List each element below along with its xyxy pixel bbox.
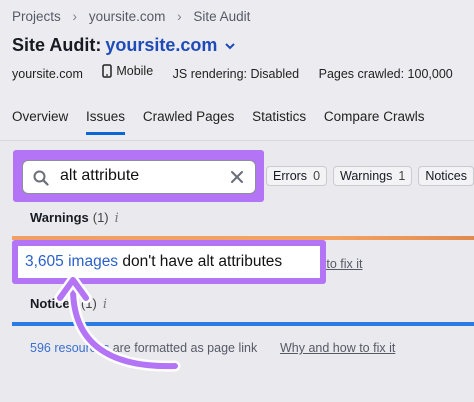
- filter-warnings[interactable]: Warnings 1: [333, 166, 413, 186]
- issue-text-line: 3,605 images don't have alt attributes: [25, 253, 282, 271]
- close-icon[interactable]: [230, 170, 244, 184]
- curved-arrow-icon: [54, 276, 181, 372]
- chevron-right-icon: ›: [72, 8, 78, 24]
- filter-errors-count: 0: [313, 169, 321, 183]
- issue-count-link[interactable]: 3,605 images: [25, 253, 118, 270]
- filter-notices-label: Notices: [425, 169, 467, 183]
- breadcrumb: Projects › yoursite.com › Site Audit: [12, 8, 250, 24]
- meta-domain: yoursite.com: [12, 67, 83, 81]
- warnings-count: (1): [92, 210, 109, 225]
- filter-errors-label: Errors: [273, 169, 308, 183]
- breadcrumb-site-audit: Site Audit: [193, 8, 251, 24]
- breadcrumb-site[interactable]: yoursite.com: [89, 9, 166, 24]
- chevron-right-icon: ›: [177, 8, 182, 24]
- filter-notices[interactable]: Notices: [418, 166, 474, 186]
- tab-overview[interactable]: Overview: [12, 109, 68, 132]
- project-meta: yoursite.com Mobile JS rendering: Disabl…: [12, 64, 469, 81]
- project-selector[interactable]: yoursite.com: [105, 35, 217, 55]
- issue-text: don't have alt attributes: [118, 253, 283, 270]
- warnings-header: Warnings (1) i: [30, 210, 119, 226]
- severity-filters: Errors 0 Warnings 1 Notices: [260, 166, 474, 186]
- info-icon[interactable]: i: [115, 211, 119, 226]
- meta-device-label: Mobile: [116, 64, 154, 78]
- filter-errors[interactable]: Errors 0: [266, 166, 328, 186]
- filter-warnings-label: Warnings: [340, 169, 393, 183]
- tab-crawled-pages[interactable]: Crawled Pages: [143, 109, 235, 132]
- search-icon: [33, 170, 49, 186]
- chevron-down-icon[interactable]: [224, 40, 236, 52]
- search-value: alt attribute: [60, 167, 140, 184]
- meta-js-rendering: JS rendering: Disabled: [172, 67, 300, 81]
- breadcrumb-projects[interactable]: Projects: [12, 9, 61, 24]
- tab-compare-crawls[interactable]: Compare Crawls: [324, 109, 425, 132]
- mobile-icon: [102, 64, 113, 78]
- notice-fix-link[interactable]: Why and how to fix it: [280, 341, 395, 355]
- page-title: Site Audit: yoursite.com: [12, 35, 236, 56]
- page-title-prefix: Site Audit:: [12, 35, 102, 55]
- tab-bar: Overview Issues Crawled Pages Statistics…: [12, 109, 438, 135]
- meta-device: Mobile: [102, 64, 153, 78]
- tab-statistics[interactable]: Statistics: [252, 109, 306, 132]
- tab-issues[interactable]: Issues: [86, 109, 126, 135]
- meta-pages-crawled: Pages crawled: 100,000: [318, 67, 453, 81]
- warnings-title: Warnings: [30, 210, 89, 225]
- filter-warnings-count: 1: [398, 169, 406, 183]
